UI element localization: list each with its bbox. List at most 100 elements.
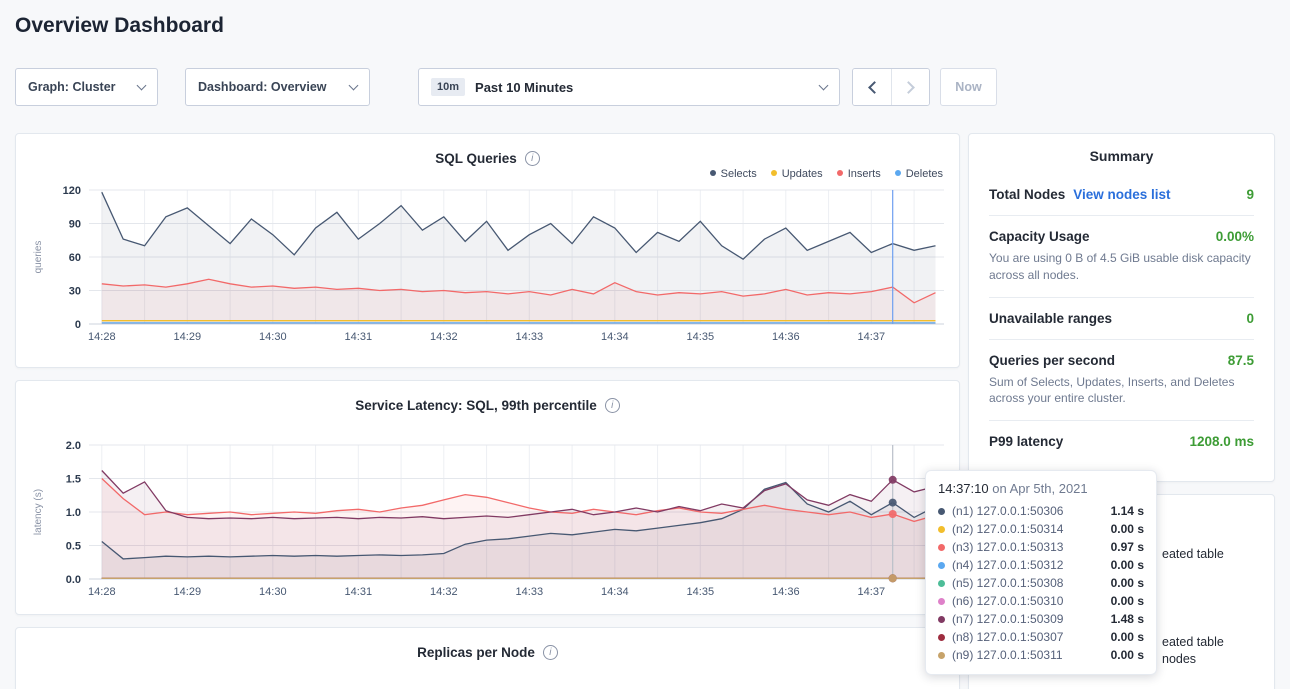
tooltip-row: (n6) 127.0.0.1:503100.00 s (938, 592, 1144, 610)
svg-text:30: 30 (69, 286, 81, 298)
time-forward-button[interactable] (891, 69, 929, 105)
info-icon[interactable]: i (605, 398, 620, 413)
svg-text:14:28: 14:28 (88, 586, 116, 598)
series-color-dot (938, 580, 945, 587)
graph-dropdown-label: Graph: Cluster (28, 80, 116, 94)
svg-text:14:33: 14:33 (516, 586, 544, 598)
charts-column: SQL Queries i SelectsUpdatesInsertsDelet… (15, 133, 960, 689)
sql-queries-chart[interactable]: 030609012014:2814:2914:3014:3114:3214:33… (24, 184, 959, 353)
tooltip-node-value: 0.00 s (1111, 630, 1144, 644)
tooltip-node-label: (n9) 127.0.0.1:50311 (952, 648, 1111, 662)
tooltip-node-label: (n8) 127.0.0.1:50307 (952, 630, 1111, 644)
toolbar: Graph: Cluster Dashboard: Overview 10m P… (0, 68, 1290, 106)
svg-text:14:30: 14:30 (259, 586, 287, 598)
series-color-dot (938, 544, 945, 551)
series-color-dot (938, 652, 945, 659)
svg-text:90: 90 (69, 219, 81, 231)
svg-text:14:29: 14:29 (174, 586, 202, 598)
view-nodes-list-link[interactable]: View nodes list (1073, 187, 1170, 202)
series-color-dot (938, 508, 945, 515)
tooltip-row: (n7) 127.0.0.1:503091.48 s (938, 610, 1144, 628)
chevron-down-icon (819, 81, 829, 91)
svg-text:14:35: 14:35 (687, 586, 715, 598)
legend-item[interactable]: Inserts (837, 168, 881, 180)
page-title: Overview Dashboard (15, 14, 224, 38)
tooltip-node-value: 0.00 s (1111, 648, 1144, 662)
event-text-fragment: eated table (1162, 635, 1224, 649)
tooltip-node-value: 0.00 s (1111, 594, 1144, 608)
now-button[interactable]: Now (940, 68, 997, 106)
svg-text:14:35: 14:35 (687, 331, 715, 343)
series-color-dot (938, 616, 945, 623)
summary-subtext: Sum of Selects, Updates, Inserts, and De… (989, 374, 1254, 408)
dashboard-dropdown[interactable]: Dashboard: Overview (185, 68, 370, 106)
chevron-left-icon (868, 81, 881, 94)
replicas-per-node-chart-card: Replicas per Node i (15, 627, 960, 689)
summary-row-unavailable-ranges: Unavailable ranges 0 (989, 298, 1254, 340)
svg-text:60: 60 (69, 252, 81, 264)
summary-label: Queries per second (989, 353, 1115, 368)
summary-value: 9 (1246, 187, 1254, 202)
chart-svg: 030609012014:2814:2914:3014:3114:3214:33… (24, 184, 954, 348)
service-latency-chart[interactable]: 0.00.51.01.52.014:2814:2914:3014:3114:32… (24, 439, 959, 608)
legend-item[interactable]: Selects (710, 168, 757, 180)
tooltip-node-value: 0.00 s (1111, 576, 1144, 590)
svg-text:0.0: 0.0 (66, 574, 81, 586)
tooltip-node-label: (n1) 127.0.0.1:50306 (952, 504, 1111, 518)
svg-text:0.5: 0.5 (66, 541, 81, 553)
chart-title-row: Service Latency: SQL, 99th percentile i (16, 381, 959, 415)
tooltip-node-value: 1.14 s (1111, 504, 1144, 518)
legend-item[interactable]: Deletes (895, 168, 943, 180)
tooltip-node-label: (n7) 127.0.0.1:50309 (952, 612, 1111, 626)
summary-label: Total Nodes (989, 187, 1065, 202)
tooltip-rows: (n1) 127.0.0.1:503061.14 s(n2) 127.0.0.1… (938, 502, 1144, 664)
summary-row-total-nodes: Total Nodes View nodes list 9 (989, 174, 1254, 216)
graph-dropdown[interactable]: Graph: Cluster (15, 68, 158, 106)
tooltip-node-value: 0.00 s (1111, 558, 1144, 572)
summary-label: P99 latency (989, 434, 1063, 449)
chart-legend: Selects Updates Inserts Deletes (16, 168, 959, 184)
chevron-right-icon (902, 81, 915, 94)
time-back-button[interactable] (853, 69, 891, 105)
summary-value: 0.00% (1216, 229, 1254, 244)
service-latency-chart-card: Service Latency: SQL, 99th percentile i … (15, 380, 960, 615)
series-color-dot (938, 634, 945, 641)
legend-item[interactable]: Updates (771, 168, 823, 180)
svg-text:1.0: 1.0 (66, 507, 81, 519)
series-color-dot (938, 562, 945, 569)
tooltip-node-value: 1.48 s (1111, 612, 1144, 626)
summary-value: 0 (1246, 311, 1254, 326)
svg-text:14:31: 14:31 (345, 586, 373, 598)
svg-text:14:34: 14:34 (601, 331, 629, 343)
svg-text:120: 120 (63, 185, 81, 197)
info-icon[interactable]: i (543, 645, 558, 660)
chart-hover-tooltip: 14:37:10 on Apr 5th, 2021 (n1) 127.0.0.1… (925, 470, 1157, 675)
tooltip-node-label: (n3) 127.0.0.1:50313 (952, 540, 1111, 554)
summary-value: 1208.0 ms (1189, 434, 1254, 449)
svg-text:14:32: 14:32 (430, 586, 458, 598)
summary-label: Capacity Usage (989, 229, 1090, 244)
time-range-dropdown[interactable]: 10m Past 10 Minutes (418, 68, 840, 106)
tooltip-row: (n2) 127.0.0.1:503140.00 s (938, 520, 1144, 538)
chart-svg: 0.00.51.01.52.014:2814:2914:3014:3114:32… (24, 439, 954, 603)
time-range-label: Past 10 Minutes (475, 80, 820, 95)
svg-text:14:36: 14:36 (772, 331, 800, 343)
svg-text:14:33: 14:33 (516, 331, 544, 343)
series-color-dot (938, 598, 945, 605)
svg-text:14:32: 14:32 (430, 331, 458, 343)
summary-row-capacity-usage: Capacity Usage 0.00% You are using 0 B o… (989, 216, 1254, 298)
chevron-down-icon (137, 81, 147, 91)
svg-text:queries: queries (33, 241, 44, 274)
legend-color-dot (710, 170, 716, 176)
tooltip-node-value: 0.97 s (1111, 540, 1144, 554)
svg-text:14:37: 14:37 (858, 331, 886, 343)
svg-text:14:30: 14:30 (259, 331, 287, 343)
tooltip-date: on Apr 5th, 2021 (989, 481, 1088, 496)
tooltip-row: (n3) 127.0.0.1:503130.97 s (938, 538, 1144, 556)
tooltip-row: (n9) 127.0.0.1:503110.00 s (938, 646, 1144, 664)
overview-dashboard-page: Overview Dashboard Graph: Cluster Dashbo… (0, 0, 1290, 689)
svg-text:14:37: 14:37 (858, 586, 886, 598)
chart-title: Replicas per Node (417, 645, 535, 660)
tooltip-row: (n1) 127.0.0.1:503061.14 s (938, 502, 1144, 520)
info-icon[interactable]: i (525, 151, 540, 166)
